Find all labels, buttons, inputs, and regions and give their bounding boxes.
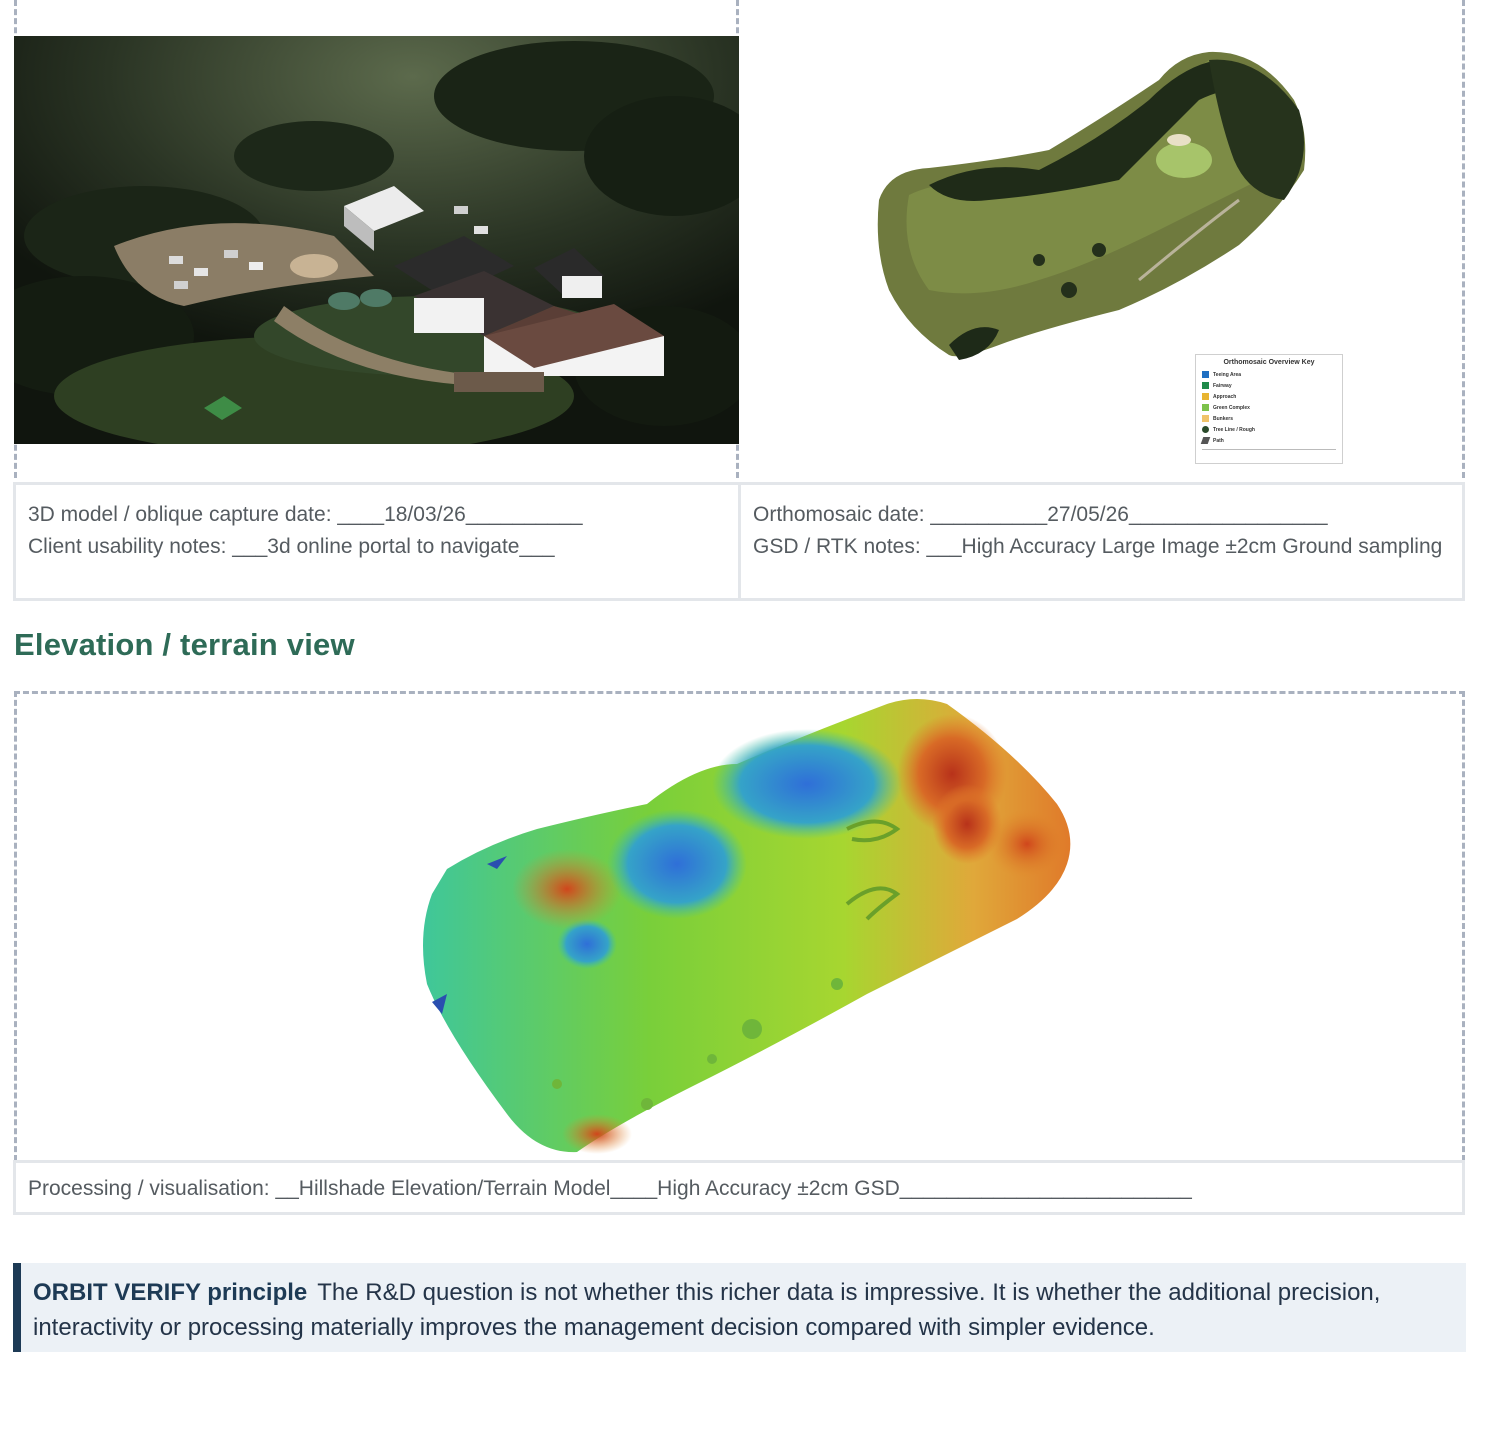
legend-item: Teeing Area [1202, 369, 1336, 380]
gsd-rtk-notes: GSD / RTK notes: ___High Accuracy Large … [753, 535, 1443, 558]
orthomosaic-image: Orthomosaic Overview Key Teeing Area Fai… [739, 0, 1465, 478]
legend-title: Orthomosaic Overview Key [1223, 359, 1315, 366]
legend-item: Path [1200, 435, 1336, 446]
oblique-3d-model-image [14, 36, 739, 444]
capture-panels: Orthomosaic Overview Key Teeing Area Fai… [14, 0, 1465, 480]
legend-label: Approach [1213, 393, 1237, 400]
legend-item: Fairway [1202, 380, 1336, 391]
orbit-verify-principle-callout: ORBIT VERIFY principle The R&D question i… [13, 1263, 1466, 1352]
legend-item: Green Complex [1202, 402, 1336, 413]
legend-swatch [1202, 371, 1209, 378]
orthomosaic-legend: Orthomosaic Overview Key Teeing Area Fai… [1195, 354, 1343, 464]
orthomosaic-date: Orthomosaic date: __________27/05/26____… [753, 503, 1328, 526]
legend-label: Path [1213, 437, 1224, 444]
elevation-processing-notes: Processing / visualisation: __Hillshade … [13, 1160, 1465, 1215]
legend-item: Bunkers [1202, 413, 1336, 424]
legend-swatch [1202, 382, 1209, 389]
client-usability-notes: Client usability notes: ___3d online por… [28, 535, 555, 558]
elevation-panel-frame [14, 691, 1465, 1161]
capture-notes-table: 3D model / oblique capture date: ____18/… [13, 482, 1465, 601]
elevation-terrain-image [423, 699, 1071, 1154]
legend-label: Bunkers [1213, 415, 1234, 422]
legend-item: Tree Line / Rough [1202, 424, 1336, 435]
elevation-section-heading: Elevation / terrain view [14, 627, 355, 662]
legend-label: Teeing Area [1213, 371, 1242, 378]
path-icon [1200, 437, 1211, 444]
legend-swatch [1202, 415, 1209, 422]
legend-swatch [1202, 404, 1209, 411]
oblique-notes-cell: 3D model / oblique capture date: ____18/… [16, 485, 741, 598]
legend-swatch [1202, 393, 1209, 400]
legend-label: Green Complex [1213, 404, 1250, 411]
legend-label: Tree Line / Rough [1213, 426, 1255, 433]
legend-footnote [1202, 449, 1336, 453]
legend-label: Fairway [1213, 382, 1232, 389]
legend-item: Approach [1202, 391, 1336, 402]
tree-icon [1202, 426, 1209, 433]
oblique-capture-date: 3D model / oblique capture date: ____18/… [28, 503, 583, 526]
principle-label: ORBIT VERIFY principle [33, 1279, 308, 1306]
ortho-notes-cell: Orthomosaic date: __________27/05/26____… [741, 485, 1462, 598]
